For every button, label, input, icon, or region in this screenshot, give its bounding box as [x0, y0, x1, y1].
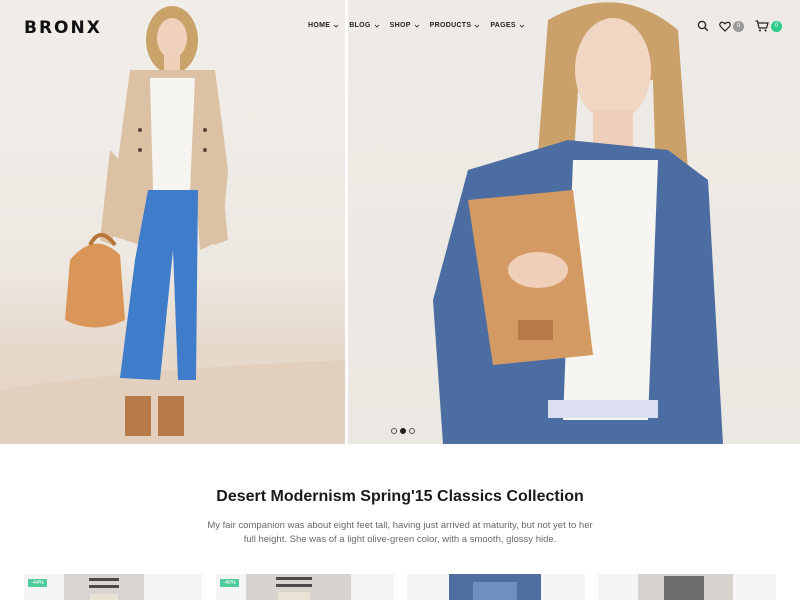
chevron-down-icon — [374, 24, 379, 28]
collection-description: My fair companion was about eight feet t… — [207, 520, 593, 545]
nav-item-shop[interactable]: SHOP — [390, 22, 420, 29]
nav-label: PAGES — [490, 22, 516, 29]
heart-icon — [719, 21, 731, 32]
search-icon — [697, 20, 709, 32]
product-card[interactable] — [407, 574, 585, 600]
wishlist-button[interactable]: 0 — [719, 20, 744, 32]
main-nav: HOME BLOG SHOP PRODUCTS PAGES — [308, 22, 525, 29]
nav-item-products[interactable]: PRODUCTS — [430, 22, 481, 29]
product-image — [246, 574, 351, 600]
chevron-down-icon — [475, 24, 480, 28]
chevron-down-icon — [519, 24, 525, 28]
page: BRONX HOME BLOG SHOP PRODUCTS PAGES 0 0 … — [0, 0, 800, 600]
slider-pagination — [391, 428, 415, 434]
product-image — [638, 574, 733, 600]
slider-dot[interactable] — [409, 428, 415, 434]
product-card[interactable]: -44% — [24, 574, 202, 600]
chevron-down-icon — [414, 24, 419, 28]
product-card[interactable]: -40% — [216, 574, 394, 600]
nav-label: BLOG — [349, 22, 371, 29]
hero-image-right — [348, 0, 800, 444]
nav-label: HOME — [308, 22, 331, 29]
site-logo[interactable]: BRONX — [24, 18, 102, 38]
product-grid: -44% -40% — [0, 574, 800, 600]
nav-item-home[interactable]: HOME — [308, 22, 339, 29]
nav-label: PRODUCTS — [429, 22, 472, 29]
nav-label: SHOP — [389, 22, 411, 29]
site-header: BRONX HOME BLOG SHOP PRODUCTS PAGES 0 0 — [0, 0, 800, 56]
product-image — [449, 574, 541, 600]
slider-dot-active[interactable] — [400, 428, 406, 434]
product-image — [64, 574, 144, 600]
nav-item-pages[interactable]: PAGES — [490, 22, 525, 29]
cart-icon — [755, 20, 769, 32]
slider-dot[interactable] — [391, 428, 397, 434]
hero-image-left — [0, 0, 345, 444]
cart-count-badge: 0 — [771, 20, 782, 32]
search-button[interactable] — [697, 20, 709, 32]
wishlist-count-badge: 0 — [733, 20, 744, 32]
collection-title: Desert Modernism Spring'15 Classics Coll… — [216, 488, 584, 505]
header-actions: 0 0 — [697, 20, 782, 32]
chevron-down-icon — [333, 24, 339, 28]
hero-banner — [0, 0, 800, 444]
product-card[interactable] — [598, 574, 776, 600]
cart-button[interactable]: 0 — [755, 20, 782, 32]
nav-item-blog[interactable]: BLOG — [349, 22, 379, 29]
